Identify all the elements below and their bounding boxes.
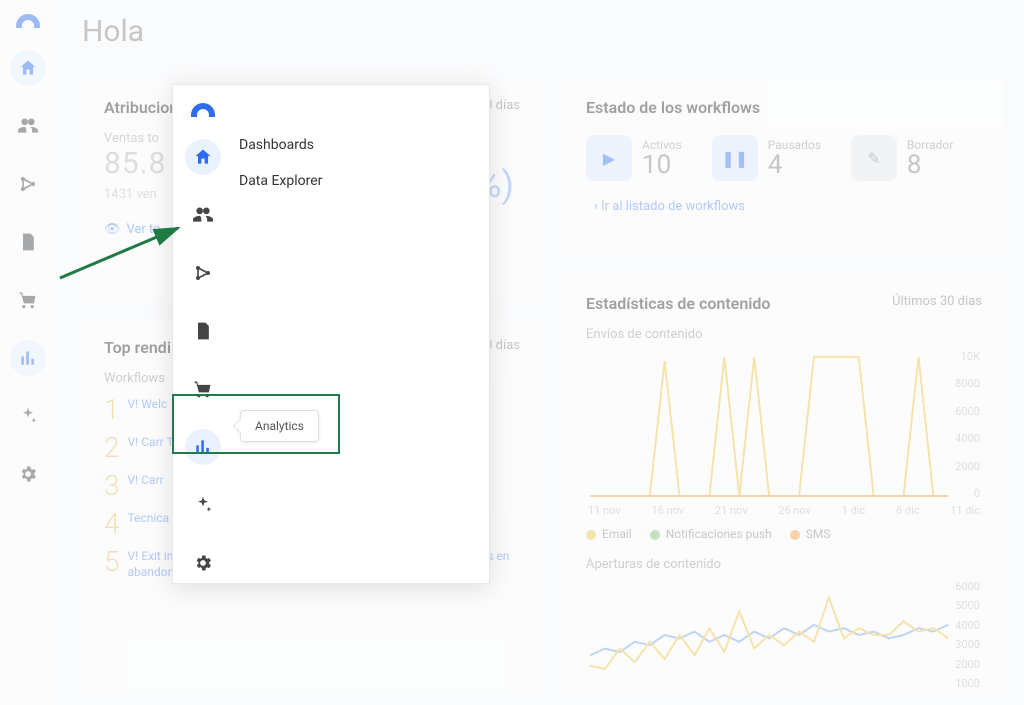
rank-number: 3 (104, 472, 120, 500)
send-chart-xaxis: 11 nov16 nov21 nov26 nov1 dic6 dic11 dic (588, 504, 980, 517)
gear-icon[interactable] (10, 456, 46, 492)
link-dashboards[interactable]: Dashboards (239, 127, 479, 163)
home-icon[interactable] (185, 139, 221, 175)
analytics-tooltip: Analytics (240, 410, 319, 442)
gear-icon[interactable] (185, 545, 221, 581)
play-icon: ▶ (586, 135, 632, 181)
eye-icon: 👁 (104, 222, 121, 237)
chart-legend: Email Notificaciones push SMS (586, 527, 982, 541)
home-icon[interactable] (10, 50, 46, 86)
content-stats-period: Últimos 30 días (892, 294, 982, 313)
legend-sms: SMS (790, 527, 831, 541)
rank-number: 2 (104, 434, 120, 462)
rank-number: 4 (104, 510, 120, 538)
top-perf-title: Top rendi (104, 338, 171, 357)
content-stats-card: Estadísticas de contenido Últimos 30 día… (564, 276, 1004, 696)
sidebar (0, 0, 56, 705)
rank-text: V! Carr (128, 472, 164, 488)
send-chart: 10K80006000400020000 (586, 350, 982, 500)
chart-icon[interactable] (185, 429, 221, 465)
pause-icon: ❚❚ (712, 135, 758, 181)
link-data-explorer[interactable]: Data Explorer (239, 163, 479, 199)
rank-number: 5 (104, 548, 120, 576)
wf-active: ▶ Activos 10 (586, 135, 682, 181)
branch-icon[interactable] (185, 255, 221, 291)
document-icon[interactable] (185, 313, 221, 349)
page-title: Hola (82, 14, 144, 49)
legend-push: Notificaciones push (650, 527, 772, 541)
users-icon[interactable] (10, 108, 46, 144)
background-dimmed: Hola Atribucion 30 días Ventas to 85.8 1… (0, 0, 1024, 705)
content-stats-title: Estadísticas de contenido (586, 294, 770, 313)
pencil-icon: ✎ (851, 135, 897, 181)
attribution-title: Atribucion (104, 98, 178, 117)
sparkle-icon[interactable] (185, 487, 221, 523)
cart-icon[interactable] (10, 282, 46, 318)
branch-icon[interactable] (10, 166, 46, 202)
nav-popover: Dashboards Data Explorer (172, 84, 490, 584)
logo-icon (191, 103, 215, 117)
annotation-arrow (56, 222, 186, 282)
workflow-status-title: Estado de los workflows (586, 98, 982, 117)
document-icon[interactable] (10, 224, 46, 260)
open-chart: 600050004000300020001000 (586, 580, 982, 690)
rank-number: 1 (104, 396, 120, 424)
workflow-list-link[interactable]: › Ir al listado de workflows (594, 199, 982, 214)
workflow-status-card: Estado de los workflows ▶ Activos 10 ❚❚ … (564, 80, 1004, 256)
wf-paused: ❚❚ Pausados 4 (712, 135, 821, 181)
legend-email: Email (586, 527, 632, 541)
send-title: Envíos de contenido (586, 327, 982, 342)
rank-text: V! Welc (128, 396, 168, 412)
users-icon[interactable] (185, 197, 221, 233)
wf-draft: ✎ Borrador 8 (851, 135, 953, 181)
popover-icon-rail (173, 85, 233, 583)
sparkle-icon[interactable] (10, 398, 46, 434)
open-title: Aperturas de contenido (586, 557, 982, 572)
popover-links: Dashboards Data Explorer (233, 85, 489, 583)
logo-icon (16, 14, 40, 28)
chart-icon[interactable] (10, 340, 46, 376)
cart-icon[interactable] (185, 371, 221, 407)
